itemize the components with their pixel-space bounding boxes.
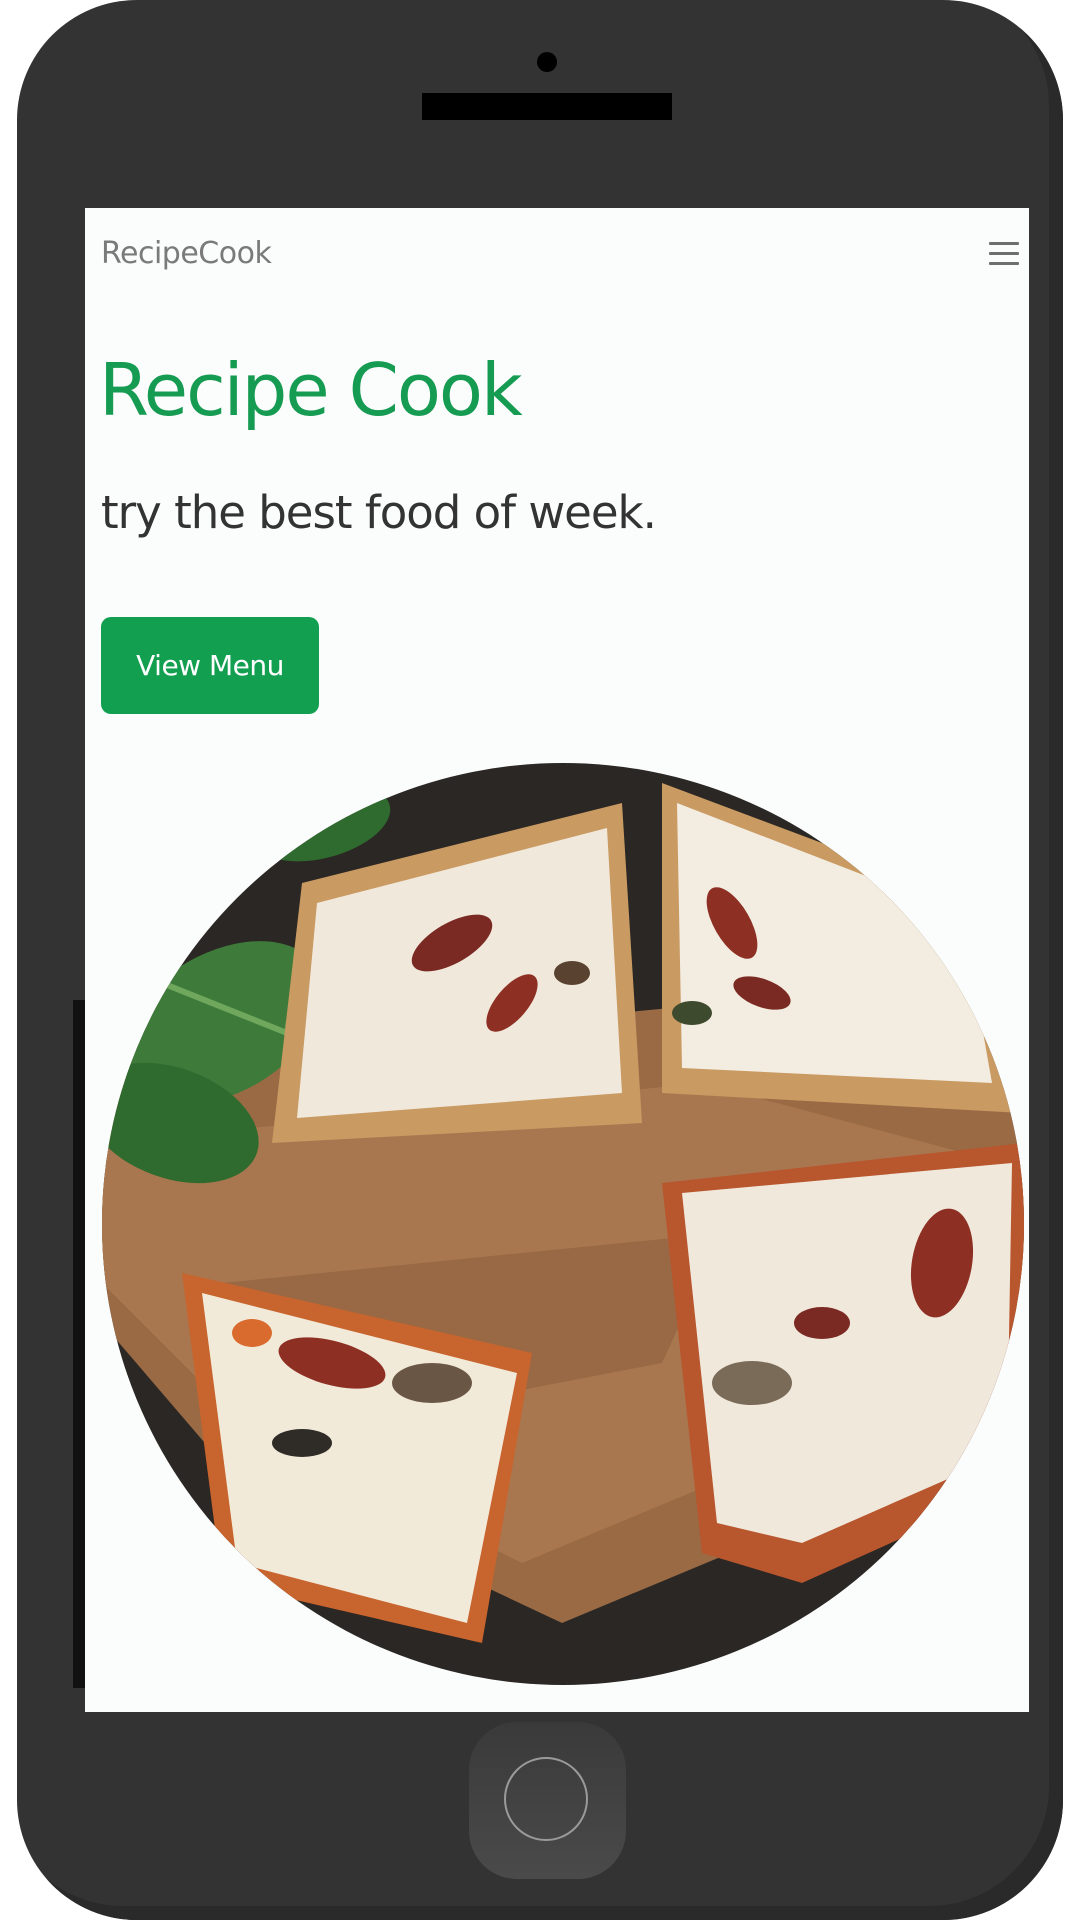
hamburger-line: [989, 242, 1019, 245]
food-image: [102, 763, 1024, 1685]
pizza-illustration: [102, 763, 1024, 1685]
navbar: RecipeCook: [85, 208, 1029, 304]
front-camera: [537, 52, 557, 72]
hero-subtitle: try the best food of week.: [101, 486, 657, 539]
screen: RecipeCook Recipe Cook try the best food…: [85, 208, 1029, 1712]
hero-title: Recipe Cook: [99, 348, 523, 432]
view-menu-button[interactable]: View Menu: [101, 617, 319, 714]
phone-frame: RecipeCook Recipe Cook try the best food…: [17, 0, 1063, 1920]
brand-logo[interactable]: RecipeCook: [101, 236, 272, 271]
home-button-ring: [504, 1757, 588, 1841]
home-button[interactable]: [469, 1722, 626, 1879]
earpiece-speaker: [422, 93, 672, 120]
hamburger-line: [989, 252, 1019, 255]
hamburger-icon[interactable]: [989, 242, 1019, 268]
hamburger-line: [989, 262, 1019, 265]
